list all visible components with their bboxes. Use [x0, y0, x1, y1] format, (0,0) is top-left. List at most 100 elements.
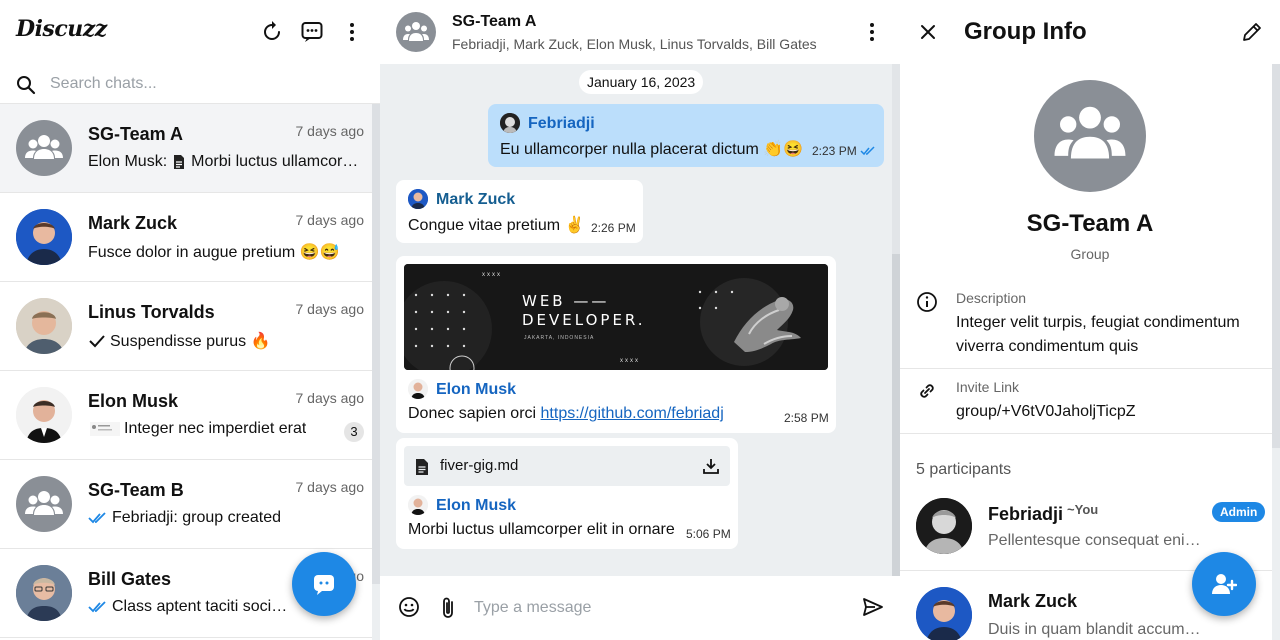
banner-mark: xxxx [482, 272, 502, 278]
scrollbar-thumb[interactable] [1272, 64, 1280, 448]
group-avatar [16, 120, 72, 176]
preview-sender: Elon Musk: [88, 153, 168, 170]
chat-name: Elon Musk [88, 391, 179, 411]
refresh-icon[interactable] [260, 20, 284, 44]
preview-text: Suspendisse purus 🔥 [110, 333, 271, 350]
group-icon [25, 491, 63, 515]
document-icon [171, 154, 187, 170]
chat-sidebar: Discuzz SG-Team A 7 days ago Elon Musk: [0, 0, 380, 640]
admin-badge: Admin [1212, 502, 1266, 522]
message-bubble-incoming[interactable]: xxxx xxxx WEB —— DEVELOPER. JAKARTA, IND… [396, 256, 836, 433]
banner-mark: xxxx [620, 358, 640, 364]
message-bubble-outgoing[interactable]: Febriadji Eu ullamcorper nulla placerat … [488, 104, 884, 167]
app-logo: Discuzz [16, 16, 107, 42]
description-text: Integer velit turpis, feugiat condimentu… [956, 314, 1240, 355]
message-text: Morbi luctus ullamcorper elit in ornare [408, 521, 675, 538]
search-input[interactable] [50, 70, 350, 98]
conversation-title: SG-Team A [452, 13, 537, 30]
conversation-header[interactable]: SG-Team A Febriadji, Mark Zuck, Elon Mus… [380, 0, 900, 64]
add-person-icon [1212, 574, 1237, 594]
double-check-icon [860, 146, 876, 156]
message-link[interactable]: https://github.com/febriadj [541, 405, 724, 422]
group-info-panel: Group Info SG-Team A Group Description I… [900, 0, 1280, 640]
message-sender: Mark Zuck [436, 191, 516, 208]
search-bar [0, 64, 380, 104]
participant-status: Duis in quam blandit accumsan orci [988, 621, 1208, 638]
chat-time: 7 days ago [295, 479, 365, 495]
file-name: fiver-gig.md [440, 457, 519, 474]
send-icon[interactable] [862, 596, 884, 618]
message-sender: Elon Musk [436, 497, 517, 514]
chat-item-sg-team-a[interactable]: SG-Team A 7 days ago Elon Musk: Morbi lu… [0, 104, 372, 193]
new-chat-button[interactable] [292, 552, 356, 616]
chat-preview: Elon Musk: Morbi luctus ullamcorper elit… [88, 153, 364, 171]
chat-preview: Integer nec imperdiet erat [88, 420, 338, 438]
chat-item-elon-musk[interactable]: Elon Musk 7 days ago Integer nec imperdi… [0, 371, 372, 460]
chat-time: 7 days ago [295, 390, 365, 406]
chat-name: SG-Team B [88, 480, 184, 500]
preview-text: Febriadji: group created [112, 509, 281, 526]
file-attachment[interactable]: fiver-gig.md [404, 446, 730, 486]
more-vertical-icon[interactable] [860, 20, 884, 44]
banner-subtitle: JAKARTA, INDONESIA [524, 335, 595, 341]
avatar [408, 189, 428, 209]
search-icon [16, 75, 36, 95]
message-sender: Febriadji [528, 115, 595, 132]
chat-time: 7 days ago [295, 212, 365, 228]
image-thumbnail-icon [88, 421, 120, 437]
group-icon [25, 135, 63, 159]
avatar [408, 495, 428, 515]
paperclip-icon[interactable] [438, 596, 458, 620]
chat-item-linus-torvalds[interactable]: Linus Torvalds 7 days ago Suspendisse pu… [0, 282, 372, 371]
add-participant-button[interactable] [1192, 552, 1256, 616]
chat-bubble-icon[interactable] [300, 20, 324, 44]
message-time: 2:23 PM [812, 144, 857, 158]
invite-link-row[interactable]: Invite Link group/+V6tV0JaholjTicpZ [900, 369, 1272, 434]
date-separator: January 16, 2023 [579, 70, 704, 94]
group-avatar [1034, 80, 1146, 192]
info-icon [916, 291, 938, 313]
double-check-icon [88, 600, 108, 614]
group-info-title: Group Info [964, 18, 1087, 45]
avatar [408, 379, 428, 399]
download-icon[interactable] [702, 457, 720, 475]
group-icon [403, 22, 429, 41]
close-icon[interactable] [918, 22, 938, 42]
you-tag: ~You [1067, 502, 1099, 517]
chat-preview: Febriadji: group created [88, 509, 364, 527]
group-info-scrollbar[interactable] [1272, 64, 1280, 640]
sidebar-scrollbar[interactable] [372, 104, 380, 640]
preview-text: Morbi luctus ullamcorper elit in ornare [191, 153, 364, 170]
scrollbar-thumb[interactable] [372, 104, 380, 584]
message-bubble-incoming[interactable]: Mark Zuck Congue vitae pretium ✌️ 2:26 P… [396, 180, 643, 243]
group-name: SG-Team A [1026, 210, 1154, 237]
message-bubble-incoming[interactable]: fiver-gig.md Elon Musk Morbi luctus ulla… [396, 438, 738, 549]
avatar [916, 587, 972, 640]
double-check-icon [88, 511, 108, 525]
description-row: Description Integer velit turpis, feugia… [900, 280, 1272, 369]
participant-name: Mark Zuck [988, 591, 1078, 611]
emoji-icon[interactable] [398, 596, 420, 618]
message-time: 2:58 PM [784, 411, 829, 425]
check-icon [88, 333, 106, 349]
participant-status: Pellentesque consequat enim vel [988, 532, 1208, 549]
scrollbar-thumb[interactable] [892, 254, 900, 576]
conversation-pane: SG-Team A Febriadji, Mark Zuck, Elon Mus… [380, 0, 900, 640]
message-image[interactable]: xxxx xxxx WEB —— DEVELOPER. JAKARTA, IND… [404, 264, 828, 370]
preview-text: Integer nec imperdiet erat [124, 420, 307, 437]
participant-name-text: Febriadji [988, 504, 1064, 524]
avatar [16, 387, 72, 443]
sidebar-header: Discuzz [0, 0, 380, 64]
chat-item-sg-team-b[interactable]: SG-Team B 7 days ago Febriadji: group cr… [0, 460, 372, 549]
more-vertical-icon[interactable] [340, 20, 364, 44]
chat-name: SG-Team A [88, 124, 184, 144]
message-input[interactable] [474, 594, 834, 622]
pencil-icon[interactable] [1240, 20, 1264, 44]
conversation-scrollbar[interactable] [892, 64, 900, 576]
message-text: Eu ullamcorper nulla placerat dictum 👏😆 [500, 141, 804, 158]
chat-item-mark-zuck[interactable]: Mark Zuck 7 days ago Fusce dolor in augu… [0, 193, 372, 282]
invite-link[interactable]: group/+V6tV0JaholjTicpZ [956, 400, 1256, 424]
group-info-header: Group Info [900, 0, 1280, 64]
group-icon [1054, 106, 1126, 159]
chat-preview: Suspendisse purus 🔥 [88, 331, 364, 351]
